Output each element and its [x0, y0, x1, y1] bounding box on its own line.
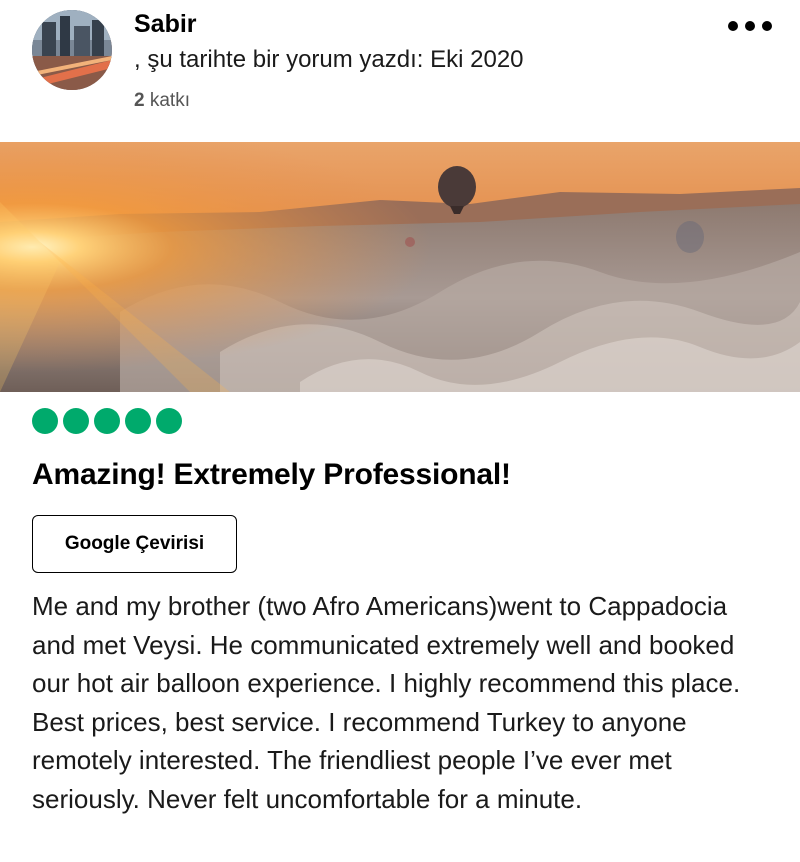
contributions-label: katkı: [149, 90, 190, 111]
rating-bubble-filled: [32, 408, 58, 434]
user-name[interactable]: Sabir: [134, 10, 197, 39]
dot: [728, 21, 738, 31]
rating-bubble-filled: [125, 408, 151, 434]
dot: [762, 21, 772, 31]
review-body: Me and my brother (two Afro Americans)we…: [32, 591, 741, 814]
contributions: 2 katkı: [134, 90, 190, 112]
review-photo[interactable]: [0, 142, 800, 392]
review-date-meta: , şu tarihte bir yorum yazdı: Eki 2020: [134, 46, 524, 73]
rating-bubble-filled: [156, 408, 182, 434]
rating-bubble-filled: [94, 408, 120, 434]
rating-bubbles: [32, 408, 182, 434]
contributions-count: 2: [134, 90, 145, 111]
more-options-icon[interactable]: [728, 14, 772, 38]
avatar-image: [32, 10, 112, 90]
review-title: Amazing! Extremely Professional!: [32, 458, 511, 491]
dot: [745, 21, 755, 31]
landscape-image: [0, 142, 800, 392]
rating-bubble-filled: [63, 408, 89, 434]
google-translate-button[interactable]: Google Çevirisi: [32, 515, 237, 573]
avatar[interactable]: [32, 10, 112, 90]
review-header: Sabir , şu tarihte bir yorum yazdı: Eki …: [0, 0, 800, 140]
